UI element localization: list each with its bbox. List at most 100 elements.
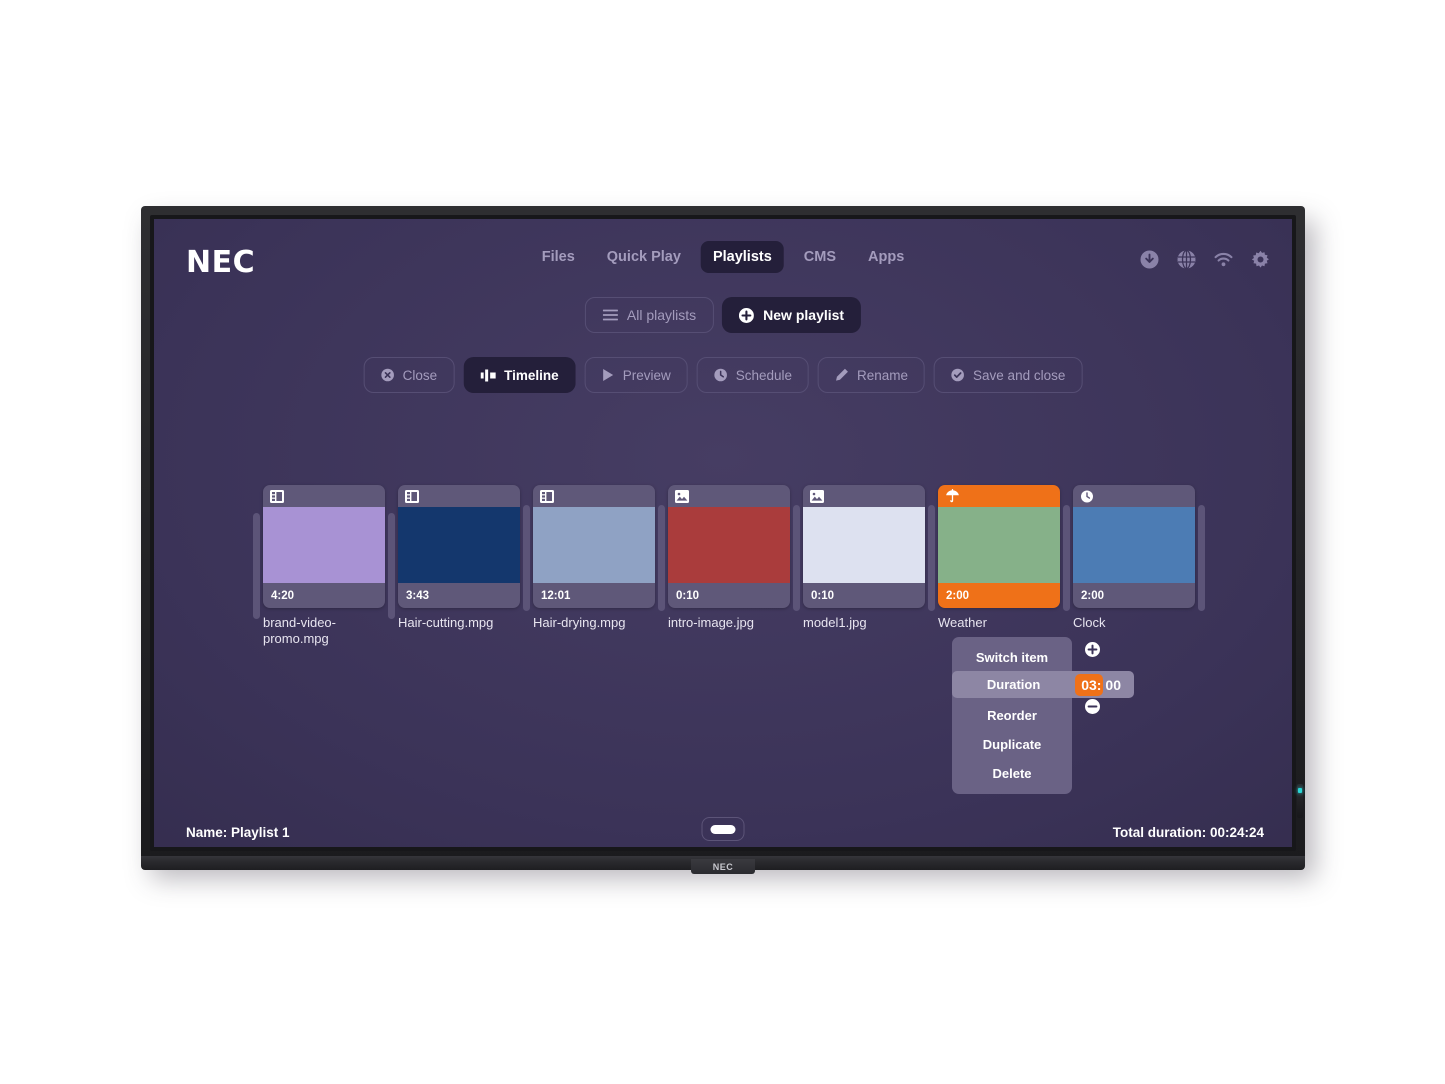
drag-handle-right[interactable] [928, 505, 935, 611]
image-icon [810, 489, 824, 503]
card-thumbnail [668, 507, 790, 583]
plus-circle-icon[interactable] [1085, 642, 1100, 657]
save-and-close-button[interactable]: Save and close [934, 357, 1083, 393]
timeline-label: Timeline [504, 367, 559, 383]
timeline-item-selected: 2:00 Weather [938, 485, 1060, 631]
nec-display-monitor: NEC Files Quick Play Playlists CMS Apps [141, 206, 1305, 874]
card-duration: 2:00 [1081, 589, 1105, 602]
playlist-timeline: 4:20 brand-video-promo.mpg 3:43 Hair-cut… [250, 485, 1208, 647]
hamburger-icon [602, 309, 618, 321]
timeline-item: 12:01 Hair-drying.mpg [533, 485, 655, 631]
film-icon [405, 489, 419, 503]
duration-value[interactable]: 03: 00 [1075, 673, 1127, 696]
drag-handle-right[interactable] [793, 505, 800, 611]
close-button[interactable]: Close [363, 357, 455, 393]
context-menu-duration[interactable]: Duration 03: 00 [952, 671, 1134, 698]
timeline-item-name: brand-video-promo.mpg [263, 615, 336, 646]
drag-handle-right[interactable] [523, 505, 530, 611]
timeline-slot: 0:10 intro-image.jpg [668, 485, 803, 631]
context-menu-delete[interactable]: Delete [952, 759, 1072, 788]
timeline-card[interactable]: 0:10 [668, 485, 790, 608]
play-icon [602, 368, 615, 382]
drag-handle-right[interactable] [1063, 505, 1070, 611]
nav-item-quick-play[interactable]: Quick Play [595, 241, 693, 273]
timeline-slot: 2:00 Weather [938, 485, 1073, 631]
clock-icon [1080, 490, 1094, 503]
duration-label: Duration [986, 677, 1041, 692]
timeline-card[interactable]: 0:10 [803, 485, 925, 608]
nav-item-files[interactable]: Files [530, 241, 587, 273]
card-duration: 0:10 [676, 589, 700, 602]
gear-icon[interactable] [1251, 250, 1270, 269]
card-thumbnail [803, 507, 925, 583]
timeline-slot: 2:00 Clock [1073, 485, 1208, 631]
plus-circle-icon [739, 307, 755, 323]
playlist-editor-toolbar: Close Timeline Preview Schedule Rename S… [363, 357, 1083, 393]
timeline-item: 0:10 intro-image.jpg [668, 485, 790, 631]
drag-handle-left[interactable] [253, 513, 260, 619]
timeline-item-name: Hair-cutting.mpg [398, 615, 494, 630]
card-duration: 0:10 [811, 589, 835, 602]
umbrella-icon [945, 489, 960, 503]
timeline-card[interactable]: 3:43 [398, 485, 520, 608]
timeline-card[interactable]: 12:01 [533, 485, 655, 608]
monitor-bezel-tab: NEC [691, 859, 755, 874]
playlist-name-status: Name: Playlist 1 [186, 825, 290, 840]
nav-item-apps[interactable]: Apps [856, 241, 916, 273]
globe-icon[interactable] [1177, 250, 1196, 269]
nav-item-playlists[interactable]: Playlists [700, 241, 784, 273]
download-icon[interactable] [1140, 250, 1159, 269]
timeline-slot: 12:01 Hair-drying.mpg [533, 485, 668, 631]
new-playlist-button[interactable]: New playlist [722, 297, 862, 333]
film-icon [540, 489, 554, 503]
card-thumbnail [398, 507, 520, 583]
timeline-item: 0:10 model1.jpg [803, 485, 925, 631]
timeline-button[interactable]: Timeline [463, 357, 576, 393]
save-and-close-label: Save and close [973, 367, 1066, 383]
card-type-bar [668, 485, 790, 507]
card-type-bar [803, 485, 925, 507]
timeline-card[interactable]: 4:20 [263, 485, 385, 608]
drag-handle-right[interactable] [658, 505, 665, 611]
timeline-item-name: Weather [938, 615, 987, 630]
card-type-bar [263, 485, 385, 507]
rename-button[interactable]: Rename [818, 357, 926, 393]
timeline-item: 4:20 brand-video-promo.mpg [263, 485, 385, 647]
card-type-bar [533, 485, 655, 507]
timeline-item: 3:43 Hair-cutting.mpg [398, 485, 520, 631]
all-playlists-button[interactable]: All playlists [584, 297, 715, 333]
duration-seconds-field[interactable]: 00 [1103, 674, 1127, 696]
card-duration: 2:00 [946, 589, 970, 602]
preview-label: Preview [622, 367, 671, 383]
close-circle-icon [381, 368, 395, 382]
new-playlist-label: New playlist [763, 307, 845, 323]
card-thumbnail [938, 507, 1060, 583]
home-indicator-pill [710, 824, 736, 834]
drag-handle-right[interactable] [1198, 505, 1205, 611]
context-menu-switch-item[interactable]: Switch item [952, 643, 1072, 672]
nec-bezel-logo: NEC [712, 861, 734, 872]
minus-circle-icon[interactable] [1085, 699, 1100, 714]
home-indicator-button[interactable] [701, 817, 745, 841]
rename-label: Rename [857, 367, 909, 383]
card-type-bar [1073, 485, 1195, 507]
context-menu-reorder[interactable]: Reorder [952, 701, 1072, 730]
card-thumbnail [263, 507, 385, 583]
duration-minutes-field[interactable]: 03: [1075, 673, 1104, 696]
wifi-icon[interactable] [1214, 250, 1233, 269]
context-menu-duplicate[interactable]: Duplicate [952, 730, 1072, 759]
power-led-indicator [1297, 784, 1303, 818]
nec-logo: NEC [186, 245, 256, 280]
timeline-slot: 3:43 Hair-cutting.mpg [398, 485, 533, 631]
timeline-card[interactable]: 2:00 [1073, 485, 1195, 608]
drag-handle-right[interactable] [388, 513, 395, 619]
nav-item-cms[interactable]: CMS [792, 241, 848, 273]
card-thumbnail [1073, 507, 1195, 583]
card-thumbnail [533, 507, 655, 583]
schedule-button[interactable]: Schedule [696, 357, 810, 393]
display-screen: NEC Files Quick Play Playlists CMS Apps [154, 219, 1292, 847]
card-type-bar [938, 485, 1060, 507]
timeline-card[interactable]: 2:00 [938, 485, 1060, 608]
item-context-menu: Switch item Reorder Duplicate Delete [952, 637, 1072, 794]
preview-button[interactable]: Preview [584, 357, 688, 393]
